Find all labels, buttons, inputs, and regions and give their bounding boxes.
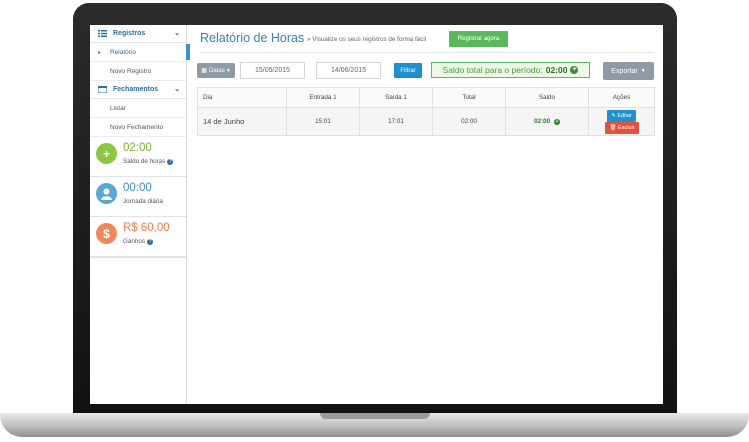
plus-circle-icon: + xyxy=(553,119,560,125)
plus-icon: + xyxy=(96,143,117,164)
plus-circle-icon: + xyxy=(570,66,579,74)
page-subtitle: » Visualize os seus registros de forma f… xyxy=(307,36,427,43)
table-row: 14 de Junho 15:01 17:01 02:00 02:00 + ✎ … xyxy=(197,107,655,136)
register-now-button[interactable]: Registrar agora xyxy=(449,31,508,47)
dates-button-label: Datas xyxy=(209,67,225,74)
cell-dia: 14 de Junho xyxy=(197,107,287,136)
delete-button-label: Excluir xyxy=(618,124,635,131)
sidebar-item-novo-fechamento[interactable]: Novo Fechamento xyxy=(90,118,186,137)
export-button[interactable]: Exportar ▼ xyxy=(603,62,654,80)
total-balance-box: Saldo total para o período: 02:00 + xyxy=(431,62,590,78)
question-icon[interactable]: ? xyxy=(167,158,174,165)
chevron-down-icon: ⌄ xyxy=(174,30,180,37)
stat-label-row: Jornada diária xyxy=(123,198,163,205)
filter-button[interactable]: Filtrar xyxy=(394,63,422,78)
column-header[interactable]: Dia xyxy=(197,87,287,108)
stat-ganhos: $ R$ 60,00 Ganhos ? xyxy=(90,217,186,257)
column-header[interactable]: Saldo xyxy=(505,87,589,108)
cell-saldo: 02:00 + xyxy=(505,107,589,136)
end-date-input[interactable]: 14/06/2015 xyxy=(316,62,381,79)
user-icon xyxy=(96,183,117,204)
caret-down-icon: ▼ xyxy=(225,67,231,74)
sidebar-item-label: Novo Registro xyxy=(110,67,152,75)
column-header: Ações xyxy=(588,87,655,108)
stat-jornada: 00:00 Jornada diária xyxy=(90,177,186,217)
dates-dropdown-button[interactable]: ▦ Datas ▼ xyxy=(197,63,235,78)
trash-icon: 🗑 xyxy=(609,124,617,131)
stat-label-row: Saldo de horas ? xyxy=(123,158,174,165)
chevron-down-icon: ⌄ xyxy=(174,86,180,93)
sidebar-divider xyxy=(90,256,186,258)
sidebar-item-relatorio[interactable]: Relatório xyxy=(90,43,190,62)
total-balance-label: Saldo total para o período: xyxy=(442,65,543,75)
cell-total: 02:00 xyxy=(432,107,506,136)
stat-value: 00:00 xyxy=(123,182,152,194)
list-icon xyxy=(98,30,107,37)
export-button-label: Exportar xyxy=(611,67,638,75)
stat-label: Jornada diária xyxy=(123,198,163,205)
records-table: Dia Entrada 1 Saída 1 Total Saldo Ações … xyxy=(197,87,655,136)
sidebar-item-listar[interactable]: Listar xyxy=(90,99,186,118)
stat-value: 02:00 xyxy=(123,142,152,154)
dollar-icon: $ xyxy=(96,223,117,244)
edit-button[interactable]: ✎ Editar xyxy=(607,109,636,122)
divider xyxy=(200,52,654,53)
sidebar-item-label: Listar xyxy=(110,104,126,112)
stat-value: R$ 60,00 xyxy=(123,222,170,234)
column-header[interactable]: Total xyxy=(432,87,506,108)
cell-saida: 17:01 xyxy=(359,107,433,136)
sidebar-item-label: Novo Fechamento xyxy=(110,123,164,131)
calendar-icon xyxy=(97,85,108,94)
sidebar-section-registros[interactable]: Registros ⌄ xyxy=(90,25,186,43)
caret-down-icon: ▼ xyxy=(640,68,646,74)
stat-label: Ganhos xyxy=(123,238,146,245)
column-header[interactable]: Saída 1 xyxy=(359,87,433,108)
sidebar-section-label: Fechamentos xyxy=(113,86,159,93)
sidebar: Registros ⌄ Relatório Novo Registro Fech… xyxy=(90,25,190,404)
start-date-input[interactable]: 15/05/2015 xyxy=(240,62,305,79)
page-title: Relatório de Horas xyxy=(200,31,305,45)
stat-label: Saldo de horas xyxy=(123,158,166,165)
sidebar-section-fechamentos[interactable]: Fechamentos ⌄ xyxy=(90,81,186,99)
total-balance-value: 02:00 xyxy=(545,65,568,75)
edit-icon: ✎ xyxy=(611,112,616,119)
laptop-notch xyxy=(320,413,430,419)
sidebar-item-label: Relatório xyxy=(110,48,137,56)
question-icon[interactable]: ? xyxy=(147,238,154,245)
sidebar-item-novo-registro[interactable]: Novo Registro xyxy=(90,62,186,81)
edit-button-label: Editar xyxy=(617,112,632,119)
delete-button[interactable]: 🗑 Excluir xyxy=(605,121,639,134)
cell-actions: ✎ Editar 🗑 Excluir xyxy=(588,107,655,136)
cell-entrada: 15:01 xyxy=(286,107,360,136)
app-screen: Registros ⌄ Relatório Novo Registro Fech… xyxy=(90,25,663,404)
main-content: Relatório de Horas » Visualize os seus r… xyxy=(186,25,663,404)
table-header-row: Dia Entrada 1 Saída 1 Total Saldo Ações xyxy=(197,87,655,108)
calendar-icon: ▦ xyxy=(201,68,208,74)
sidebar-section-label: Registros xyxy=(113,30,146,37)
stat-label-row: Ganhos ? xyxy=(123,238,154,245)
column-header[interactable]: Entrada 1 xyxy=(286,87,360,108)
saldo-value: 02:00 xyxy=(534,118,551,125)
stat-saldo-horas: + 02:00 Saldo de horas ? xyxy=(90,137,186,177)
